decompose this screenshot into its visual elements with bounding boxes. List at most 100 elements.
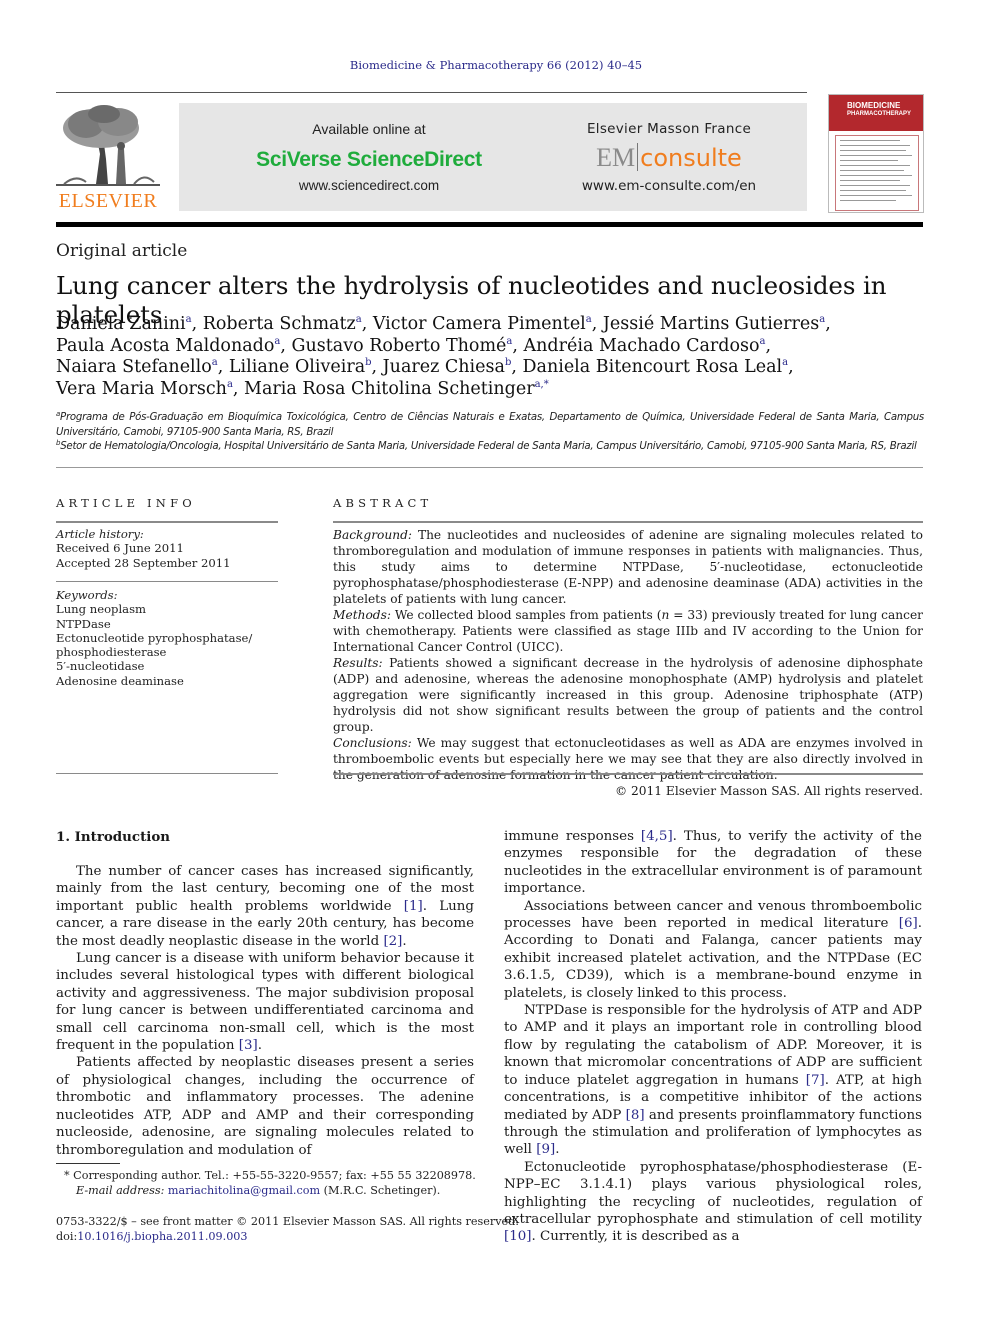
abstract-body: Background: The nucleotides and nucleosi… bbox=[333, 527, 923, 799]
author[interactable]: Naiara Stefanello bbox=[56, 357, 212, 377]
article-history-label: Article history: bbox=[56, 527, 144, 541]
footnote-rule bbox=[56, 1163, 120, 1164]
separator: , bbox=[591, 314, 603, 334]
doi-link[interactable]: 10.1016/j.biopha.2011.09.003 bbox=[77, 1230, 247, 1243]
citation-link[interactable]: [9] bbox=[536, 1142, 555, 1157]
affiliation-rule bbox=[56, 467, 923, 468]
author[interactable]: Juarez Chiesa bbox=[383, 357, 505, 377]
author[interactable]: Daniela Zanini bbox=[56, 314, 186, 334]
abstract-background: Background: The nucleotides and nucleosi… bbox=[333, 527, 923, 607]
body-text: . bbox=[555, 1142, 560, 1158]
keyword: Lung neoplasm bbox=[56, 602, 147, 617]
sciencedirect-url[interactable]: www.sciencedirect.com bbox=[179, 178, 559, 193]
affiliation-text: Programa de Pós-Graduação em Bioquímica … bbox=[56, 412, 924, 438]
accepted-date: Accepted 28 September 2011 bbox=[56, 555, 231, 570]
methods-label: Methods: bbox=[333, 608, 391, 622]
citation-link[interactable]: [2] bbox=[383, 934, 402, 949]
author-corresponding[interactable]: Maria Rosa Chitolina Schetinger bbox=[244, 379, 535, 399]
author-list: Daniela Zaninia, Roberta Schmatza, Victo… bbox=[56, 314, 936, 400]
body-paragraph: immune responses [4,5]. Thus, to verify … bbox=[504, 828, 922, 898]
separator: , bbox=[765, 335, 772, 356]
elsevier-tree-icon bbox=[56, 105, 160, 186]
em-consulte-url[interactable]: www.em-consulte.com/en bbox=[519, 178, 819, 194]
separator: , bbox=[217, 357, 229, 377]
background-label: Background: bbox=[333, 528, 413, 542]
citation-link[interactable]: [8] bbox=[626, 1108, 645, 1123]
front-matter: 0753-3322/$ – see front matter © 2011 El… bbox=[56, 1214, 519, 1244]
header-rule bbox=[56, 92, 807, 93]
cover-title-line2: PHARMACOTHERAPY bbox=[847, 111, 912, 117]
article-history: Article history: Received 6 June 2011 Ac… bbox=[56, 527, 278, 570]
header-thick-rule bbox=[56, 222, 923, 227]
sciverse-sciencedirect-logo[interactable]: SciVerse ScienceDirect bbox=[179, 148, 559, 172]
citation-link[interactable]: [6] bbox=[899, 916, 918, 931]
abstract-bottom-rule bbox=[333, 773, 923, 775]
elsevier-masson-label: Elsevier Masson France bbox=[586, 121, 752, 137]
em-consulte-logo[interactable]: EM consulte bbox=[519, 143, 819, 173]
em-logo-part: EM bbox=[596, 143, 636, 172]
author[interactable]: Paula Acosta Maldonado bbox=[56, 336, 274, 356]
doi-prefix: doi: bbox=[56, 1230, 78, 1243]
citation-link[interactable]: [7] bbox=[806, 1073, 825, 1088]
body-paragraph: Lung cancer is a disease with uniform be… bbox=[56, 950, 474, 1054]
separator: , bbox=[371, 357, 383, 377]
author[interactable]: Liliane Oliveira bbox=[229, 357, 365, 377]
keyword: Adenosine deaminase bbox=[56, 673, 184, 688]
article-info-rule bbox=[56, 521, 278, 523]
author[interactable]: Andréia Machado Cardoso bbox=[524, 336, 760, 356]
keywords-label: Keywords: bbox=[56, 588, 118, 602]
cover-contents bbox=[835, 135, 919, 211]
body-column-left: The number of cancer cases has increased… bbox=[56, 863, 474, 1159]
citation-link[interactable]: [4,5] bbox=[641, 829, 673, 844]
results-text: Patients showed a significant decrease i… bbox=[333, 656, 923, 734]
conclusions-label: Conclusions: bbox=[333, 736, 412, 750]
keyword: 5′-nucleotidase bbox=[56, 659, 145, 674]
affiliation-b: bSetor de Hematologia/Oncologia, Hospita… bbox=[56, 440, 924, 455]
separator: , bbox=[788, 357, 794, 377]
author[interactable]: Daniela Bitencourt Rosa Leal bbox=[522, 357, 782, 377]
email-link[interactable]: mariachitolina@gmail.com bbox=[168, 1184, 320, 1197]
author[interactable]: Victor Camera Pimentel bbox=[373, 314, 586, 334]
body-text: Patients affected by neoplastic diseases… bbox=[56, 1055, 474, 1158]
elsevier-logo: ELSEVIER bbox=[56, 104, 160, 212]
availability-banner: Available online at SciVerse ScienceDire… bbox=[179, 103, 807, 211]
affiliation-text: Setor de Hematologia/Oncologia, Hospital… bbox=[60, 441, 917, 452]
conclusions-text: We may suggest that ectonucleotidases as… bbox=[333, 736, 923, 782]
author[interactable]: Roberta Schmatz bbox=[203, 314, 356, 334]
separator: , bbox=[280, 335, 292, 356]
cover-title: BIOMEDICINE PHARMACOTHERAPY bbox=[847, 101, 911, 119]
citation-link[interactable]: [3] bbox=[239, 1038, 258, 1053]
abstract-copyright: © 2011 Elsevier Masson SAS. All rights r… bbox=[614, 784, 923, 798]
affiliation-a: aPrograma de Pós-Graduação em Bioquímica… bbox=[56, 411, 924, 440]
separator: , bbox=[512, 335, 524, 356]
citation-link[interactable]: [1] bbox=[404, 899, 423, 914]
body-paragraph: Patients affected by neoplastic diseases… bbox=[56, 1054, 474, 1158]
corresponding-author-footnote: * Corresponding author. Tel.: +55-55-322… bbox=[64, 1168, 476, 1198]
methods-text: We collected blood samples from patients… bbox=[390, 608, 662, 622]
author[interactable]: Gustavo Roberto Thomé bbox=[292, 336, 507, 356]
author-affiliation-mark[interactable]: a,* bbox=[535, 379, 549, 390]
available-online-label: Available online at bbox=[312, 121, 426, 137]
body-text: . Currently, it is described as a bbox=[531, 1229, 740, 1245]
separator: , bbox=[361, 314, 373, 334]
separator: , bbox=[232, 378, 245, 399]
separator: , bbox=[511, 357, 523, 377]
cover-header: BIOMEDICINE PHARMACOTHERAPY bbox=[829, 95, 923, 131]
author[interactable]: Vera Maria Morsch bbox=[56, 379, 227, 399]
body-paragraph: NTPDase is responsible for the hydrolysi… bbox=[504, 1002, 922, 1159]
logo-divider bbox=[637, 143, 639, 171]
body-text: Ectonucleotide pyrophosphatase/phosphodi… bbox=[504, 1159, 922, 1227]
article-type: Original article bbox=[56, 241, 188, 261]
body-text: . bbox=[402, 933, 407, 949]
journal-reference[interactable]: Biomedicine & Pharmacotherapy 66 (2012) … bbox=[0, 58, 992, 72]
separator: , bbox=[825, 314, 831, 334]
email-label: E-mail address: bbox=[76, 1184, 165, 1197]
keyword: phosphodiesterase bbox=[56, 645, 167, 660]
author[interactable]: Jessié Martins Gutierres bbox=[603, 314, 819, 334]
results-label: Results: bbox=[333, 656, 383, 670]
abstract-rule bbox=[333, 521, 923, 523]
body-text: Lung cancer is a disease with uniform be… bbox=[56, 951, 474, 1054]
body-paragraph: Associations between cancer and venous t… bbox=[504, 898, 922, 1002]
separator: , bbox=[191, 314, 203, 334]
journal-cover-thumbnail[interactable]: BIOMEDICINE PHARMACOTHERAPY bbox=[828, 94, 924, 213]
